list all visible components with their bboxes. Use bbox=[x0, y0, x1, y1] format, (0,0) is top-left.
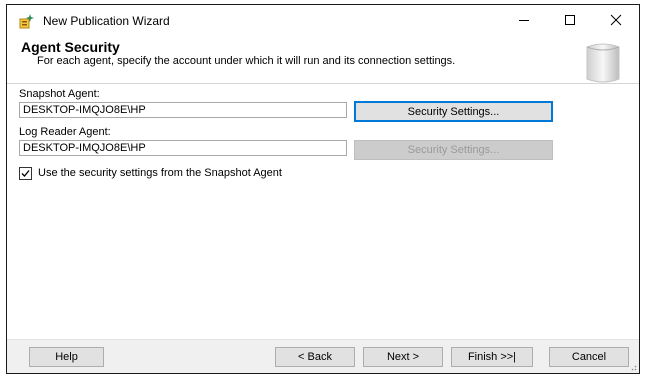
close-button[interactable] bbox=[593, 5, 639, 35]
use-snapshot-settings-label: Use the security settings from the Snaps… bbox=[38, 167, 282, 179]
finish-button[interactable]: Finish >>| bbox=[451, 347, 533, 367]
maximize-icon bbox=[565, 15, 575, 25]
snapshot-agent-account-field[interactable]: DESKTOP-IMQJO8E\HP bbox=[19, 102, 347, 118]
snapshot-security-settings-button[interactable]: Security Settings... bbox=[354, 101, 553, 122]
window-title: New Publication Wizard bbox=[43, 14, 170, 28]
checkmark-icon bbox=[21, 170, 30, 177]
wizard-window: New Publication Wizard Agent Security Fo… bbox=[6, 4, 640, 374]
maximize-button[interactable] bbox=[547, 5, 593, 35]
help-button[interactable]: Help bbox=[29, 347, 104, 367]
log-reader-agent-account-field[interactable]: DESKTOP-IMQJO8E\HP bbox=[19, 140, 347, 156]
close-icon bbox=[610, 14, 622, 26]
wizard-app-icon bbox=[19, 14, 34, 29]
resize-grip-icon[interactable] bbox=[629, 363, 637, 371]
title-bar: New Publication Wizard bbox=[7, 5, 639, 35]
minimize-icon bbox=[519, 20, 529, 21]
next-button[interactable]: Next > bbox=[363, 347, 443, 367]
cancel-button[interactable]: Cancel bbox=[549, 347, 629, 367]
wizard-footer: Help < Back Next > Finish >>| Cancel bbox=[7, 340, 639, 373]
log-reader-security-settings-button[interactable]: Security Settings... bbox=[354, 140, 553, 160]
header-graphic-icon bbox=[586, 43, 620, 83]
minimize-button[interactable] bbox=[501, 5, 547, 35]
back-button[interactable]: < Back bbox=[275, 347, 355, 367]
page-title: Agent Security bbox=[21, 39, 120, 55]
snapshot-agent-label: Snapshot Agent: bbox=[19, 88, 100, 100]
header-divider bbox=[7, 83, 639, 84]
page-description: For each agent, specify the account unde… bbox=[37, 55, 456, 67]
log-reader-agent-label: Log Reader Agent: bbox=[19, 126, 111, 138]
use-snapshot-settings-checkbox[interactable] bbox=[19, 167, 32, 180]
